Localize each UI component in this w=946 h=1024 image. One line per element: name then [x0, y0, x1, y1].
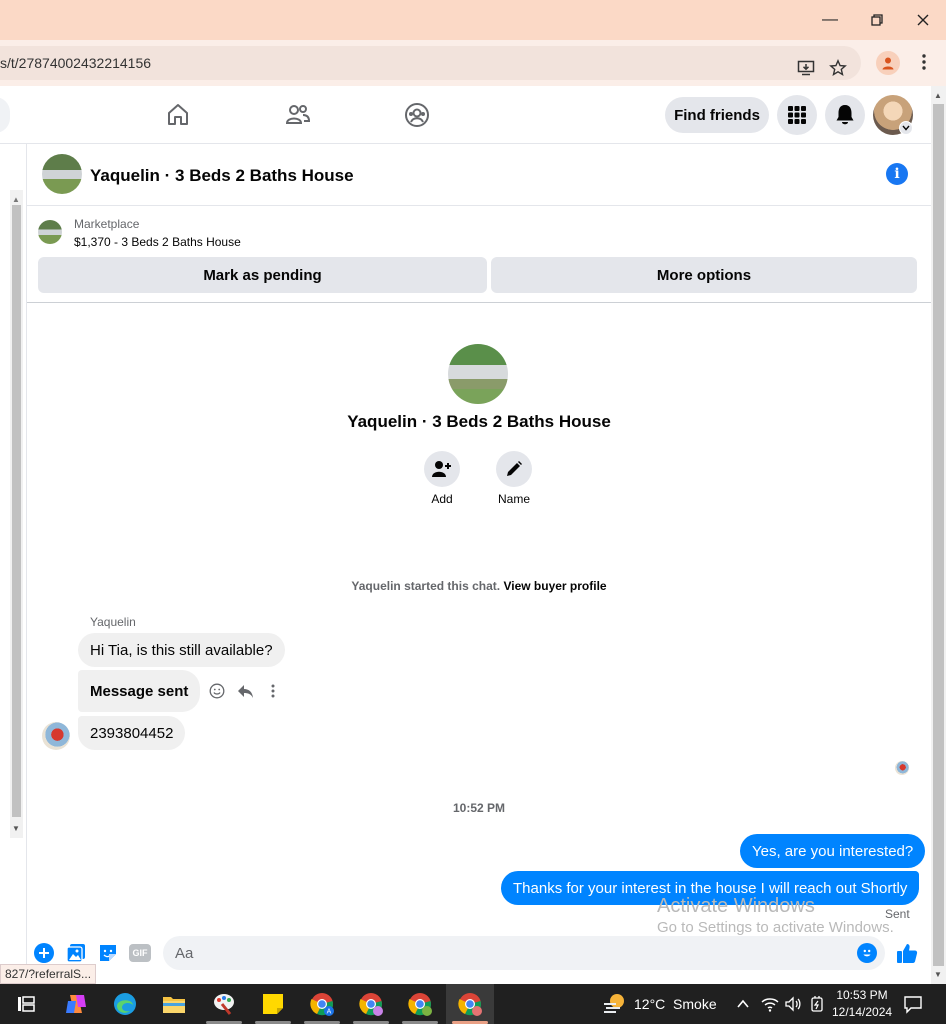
activate-windows-subtitle: Go to Settings to activate Windows. [657, 919, 894, 936]
left-scrollbar-thumb[interactable] [12, 205, 21, 817]
chevron-down-icon[interactable] [899, 121, 913, 135]
paint-app-icon[interactable] [210, 990, 238, 1018]
groups-icon[interactable] [402, 100, 432, 130]
chrome-profile-d-icon[interactable] [456, 990, 484, 1018]
sender-name: Yaquelin [90, 615, 136, 629]
scroll-up-arrow-icon[interactable]: ▲ [934, 91, 942, 100]
restore-icon[interactable] [865, 8, 889, 32]
status-url-tooltip: 827/?referralS... [0, 964, 97, 984]
windows-taskbar: A 12°C Smoke 10:53 PM 12/14/2024 [0, 984, 946, 1024]
info-icon[interactable]: i [886, 163, 908, 185]
sticker-icon[interactable] [98, 943, 118, 963]
facebook-header: Find friends [0, 86, 931, 144]
message-bubble-incoming[interactable]: 2393804452 [78, 716, 186, 750]
like-thumb-icon[interactable] [896, 942, 918, 964]
chrome-profile-b-icon[interactable] [357, 990, 385, 1018]
message-placeholder: Aa [175, 945, 194, 962]
chrome-profile-a-icon[interactable]: A [308, 990, 336, 1018]
scroll-up-arrow-icon[interactable]: ▲ [12, 195, 20, 204]
notification-center-icon[interactable] [903, 994, 923, 1014]
more-options-button[interactable]: More options [491, 257, 917, 293]
address-bar[interactable]: s/t/27874002432214156 [0, 46, 861, 80]
close-icon[interactable] [911, 8, 935, 32]
friends-icon[interactable] [283, 100, 313, 130]
chrome-profile-c-icon[interactable] [406, 990, 434, 1018]
scroll-down-arrow-icon[interactable]: ▼ [12, 824, 20, 833]
address-bar-row: s/t/27874002432214156 [0, 40, 946, 86]
chat-avatar[interactable] [42, 154, 82, 194]
copilot-icon[interactable] [62, 990, 90, 1018]
react-smiley-icon[interactable] [208, 682, 226, 700]
read-receipt-avatar [895, 761, 909, 775]
scroll-down-arrow-icon[interactable]: ▼ [934, 970, 942, 979]
more-actions-icon[interactable] [265, 682, 281, 700]
volume-icon[interactable] [784, 995, 802, 1013]
emoji-icon[interactable] [857, 943, 877, 963]
marketplace-label: Marketplace [74, 217, 140, 231]
clock-time[interactable]: 10:53 PM [832, 988, 892, 1002]
photo-icon[interactable] [66, 943, 86, 963]
message-bubble-outgoing[interactable]: Yes, are you interested? [740, 834, 926, 868]
sticky-notes-icon[interactable] [259, 990, 287, 1018]
listing-thumbnail[interactable] [38, 220, 62, 244]
chat-title[interactable]: Yaquelin · 3 Beds 2 Baths House [90, 166, 354, 186]
message-bubble-incoming[interactable]: Message sent [78, 670, 201, 712]
message-input[interactable]: Aa [163, 936, 885, 970]
clock-date[interactable]: 12/14/2024 [832, 1005, 892, 1019]
message-bubble-incoming[interactable]: Hi Tia, is this still available? [78, 633, 285, 667]
mark-as-pending-button[interactable]: Mark as pending [38, 257, 487, 293]
home-icon[interactable] [163, 100, 193, 130]
chat-started-text: Yaquelin started this chat. [351, 579, 501, 593]
minimize-icon[interactable]: — [818, 8, 842, 32]
chevron-up-icon[interactable] [735, 996, 753, 1012]
menu-grid-icon[interactable] [777, 95, 817, 135]
profile-name: Yaquelin · 3 Beds 2 Baths House [347, 412, 611, 431]
gif-icon[interactable]: GIF [129, 944, 151, 962]
file-explorer-icon[interactable] [160, 990, 188, 1018]
page-scrollbar-thumb[interactable] [933, 104, 944, 966]
bookmark-star-icon[interactable] [828, 58, 848, 78]
wifi-icon[interactable] [761, 995, 779, 1013]
notifications-bell-icon[interactable] [825, 95, 865, 135]
name-label: Name [497, 492, 530, 506]
activate-windows-title: Activate Windows [657, 895, 815, 917]
battery-plug-icon[interactable] [808, 995, 826, 1013]
browser-menu-icon[interactable] [914, 52, 934, 72]
plus-icon[interactable] [34, 943, 54, 963]
edit-pencil-icon[interactable] [496, 451, 532, 487]
search-input[interactable] [0, 97, 10, 133]
chat-started-notice: Yaquelin started this chat. View buyer p… [27, 579, 931, 593]
time-divider: 10:52 PM [452, 801, 506, 815]
install-app-icon[interactable] [796, 58, 816, 78]
url-text[interactable]: s/t/27874002432214156 [0, 55, 151, 71]
browser-title-bar: — [0, 0, 946, 40]
reply-arrow-icon[interactable] [236, 682, 254, 700]
sender-avatar[interactable] [42, 722, 70, 750]
find-friends-button[interactable]: Find friends [665, 97, 769, 133]
task-view-icon[interactable] [12, 990, 40, 1018]
svg-text:A: A [327, 1009, 332, 1016]
weather-text[interactable]: 12°C Smoke [634, 996, 717, 1012]
weather-haze-icon[interactable] [601, 990, 629, 1018]
add-label: Add [431, 492, 453, 506]
chat-header: Yaquelin · 3 Beds 2 Baths House i [27, 144, 931, 206]
edge-browser-icon[interactable] [111, 990, 139, 1018]
profile-icon[interactable] [876, 51, 900, 75]
add-person-icon[interactable] [424, 451, 460, 487]
profile-avatar[interactable] [448, 344, 508, 404]
view-buyer-profile-link[interactable]: View buyer profile [503, 579, 606, 593]
marketplace-panel: Marketplace $1,370 - 3 Beds 2 Baths Hous… [27, 207, 931, 303]
listing-title[interactable]: $1,370 - 3 Beds 2 Baths House [74, 235, 241, 249]
